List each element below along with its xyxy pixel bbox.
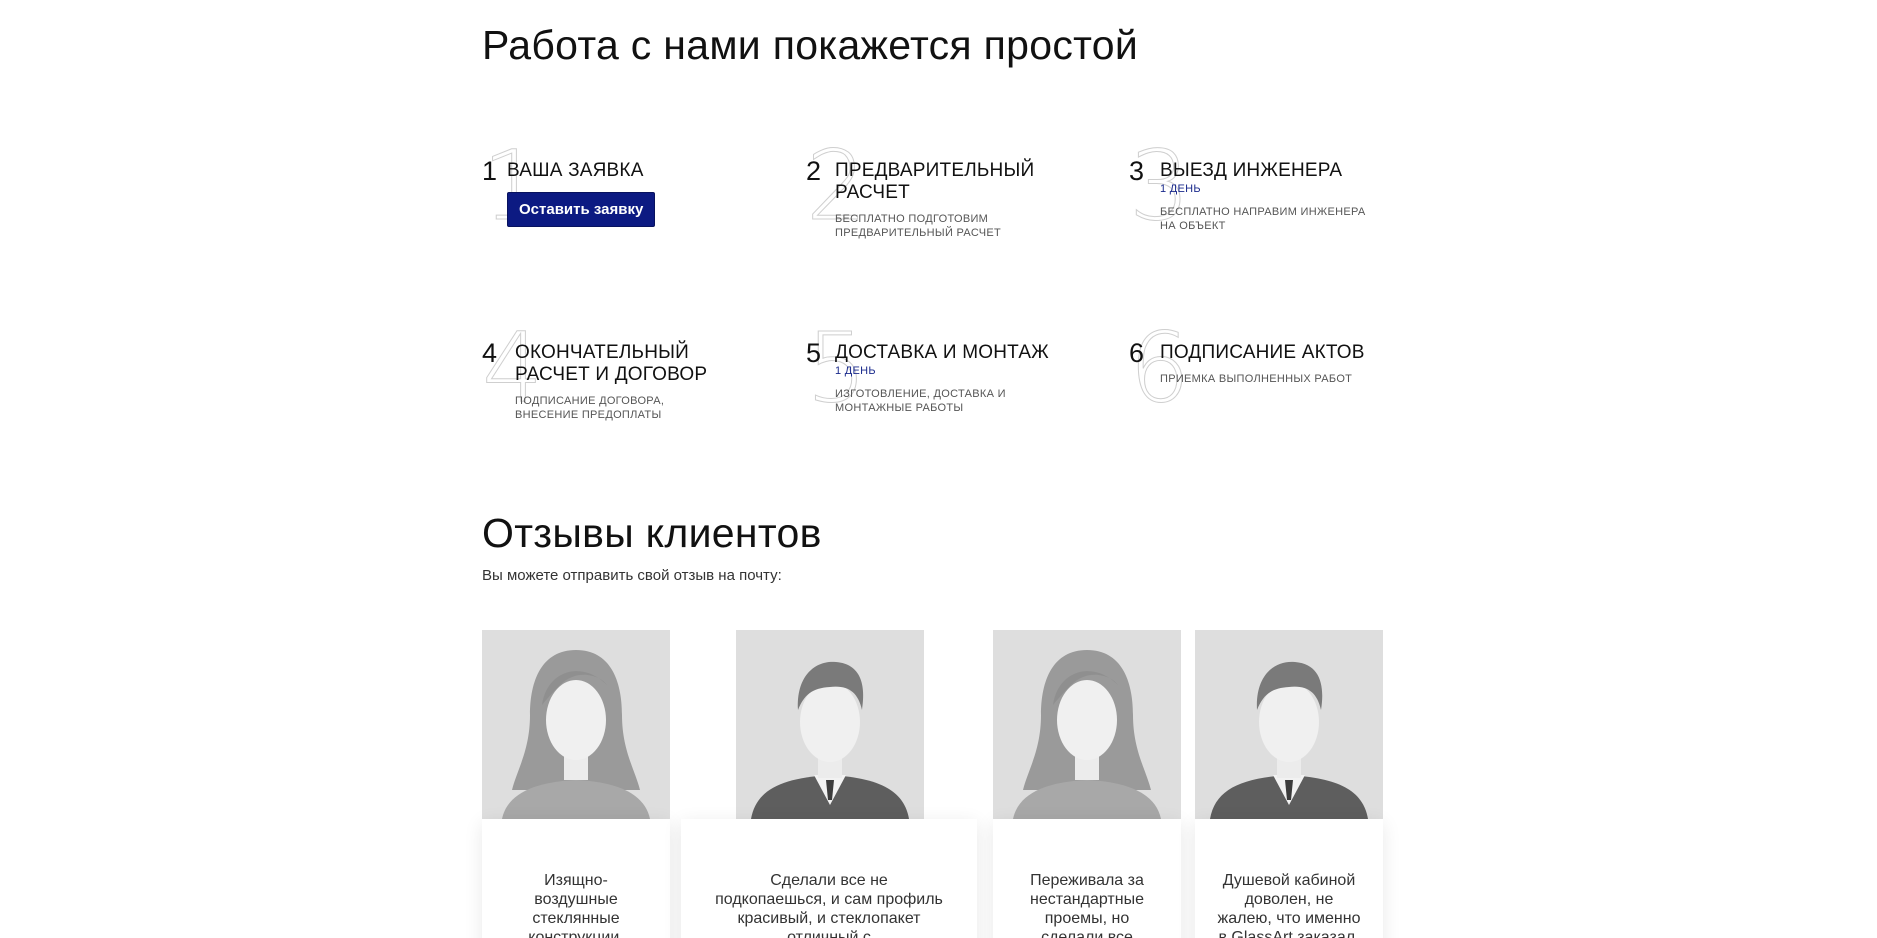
step-4: 4 4 ОКОНЧАТЕЛЬНЫЙ РАСЧЕТ И ДОГОВОР ПОДПИ… [481, 320, 762, 470]
step-number: 6 [1129, 338, 1145, 368]
step-title: ДОСТАВКА И МОНТАЖ [835, 342, 1049, 363]
steps-heading: Работа с нами покажется простой [482, 22, 1139, 68]
step-2: 2 2 ПРЕДВАРИТЕЛЬНЫЙ РАСЧЕТ БЕСПЛАТНО ПОД… [805, 138, 1086, 288]
review-text: Душевой кабиной доволен, не жалею, что и… [1195, 819, 1383, 938]
step-3: 3 3 ВЫЕЗД ИНЖЕНЕРА 1 ДЕНЬ БЕСПЛАТНО НАПР… [1128, 138, 1409, 288]
review-text: Сделали все не подкопаешься, и сам профи… [681, 819, 977, 938]
review-text: Переживала за нестандартные проемы, но с… [993, 819, 1181, 938]
step-title: ПРЕДВАРИТЕЛЬНЫЙ РАСЧЕТ [835, 160, 1035, 203]
male-avatar-icon [751, 661, 909, 819]
female-avatar [482, 630, 670, 819]
step-number: 4 [482, 338, 498, 368]
page-content: Работа с нами покажется простой 1 1 ВАША… [481, 0, 1384, 938]
step-5: 5 5 ДОСТАВКА И МОНТАЖ 1 ДЕНЬ ИЗГОТОВЛЕНИ… [805, 320, 1086, 470]
step-number: 1 [482, 156, 498, 186]
step-description: ПОДПИСАНИЕ ДОГОВОРА, ВНЕСЕНИЕ ПРЕДОПЛАТЫ [515, 395, 665, 421]
review-card: Переживала за нестандартные проемы, но с… [993, 630, 1181, 938]
reviews-subtitle: Вы можете отправить свой отзыв на почту: [482, 567, 782, 584]
reviews-heading: Отзывы клиентов [482, 510, 822, 556]
review-card: Сделали все не подкопаешься, и сам профи… [681, 630, 977, 938]
female-avatar [993, 630, 1181, 819]
step-description: ИЗГОТОВЛЕНИЕ, ДОСТАВКА И МОНТАЖНЫЕ РАБОТ… [835, 388, 1006, 414]
male-avatar [1195, 630, 1383, 819]
step-title: ОКОНЧАТЕЛЬНЫЙ РАСЧЕТ И ДОГОВОР [515, 342, 708, 385]
step-duration: 1 ДЕНЬ [1160, 183, 1201, 195]
male-avatar [736, 630, 924, 819]
step-number: 5 [806, 338, 822, 368]
step-description: БЕСПЛАТНО НАПРАВИМ ИНЖЕНЕРА НА ОБЪЕКТ [1160, 206, 1366, 232]
step-duration: 1 ДЕНЬ [835, 365, 876, 377]
female-avatar-icon [1013, 650, 1161, 819]
review-text: Изящно- воздушные стеклянные конструкции… [482, 819, 670, 938]
review-card: Душевой кабиной доволен, не жалею, что и… [1195, 630, 1383, 938]
step-number: 2 [806, 156, 822, 186]
step-number: 3 [1129, 156, 1145, 186]
step-1: 1 1 ВАША ЗАЯВКА Оставить заявку [481, 138, 762, 288]
step-6: 6 6 ПОДПИСАНИЕ АКТОВ ПРИЕМКА ВЫПОЛНЕННЫХ… [1128, 320, 1409, 470]
step-title: ВЫЕЗД ИНЖЕНЕРА [1160, 160, 1343, 181]
male-avatar-icon [1210, 661, 1368, 819]
review-card: Изящно- воздушные стеклянные конструкции… [482, 630, 670, 938]
step-description: БЕСПЛАТНО ПОДГОТОВИМ ПРЕДВАРИТЕЛЬНЫЙ РАС… [835, 213, 1001, 239]
submit-request-button[interactable]: Оставить заявку [507, 192, 656, 227]
step-title: ВАША ЗАЯВКА [507, 160, 644, 181]
step-description: ПРИЕМКА ВЫПОЛНЕННЫХ РАБОТ [1160, 373, 1353, 385]
step-title: ПОДПИСАНИЕ АКТОВ [1160, 342, 1365, 363]
female-avatar-icon [502, 650, 650, 819]
